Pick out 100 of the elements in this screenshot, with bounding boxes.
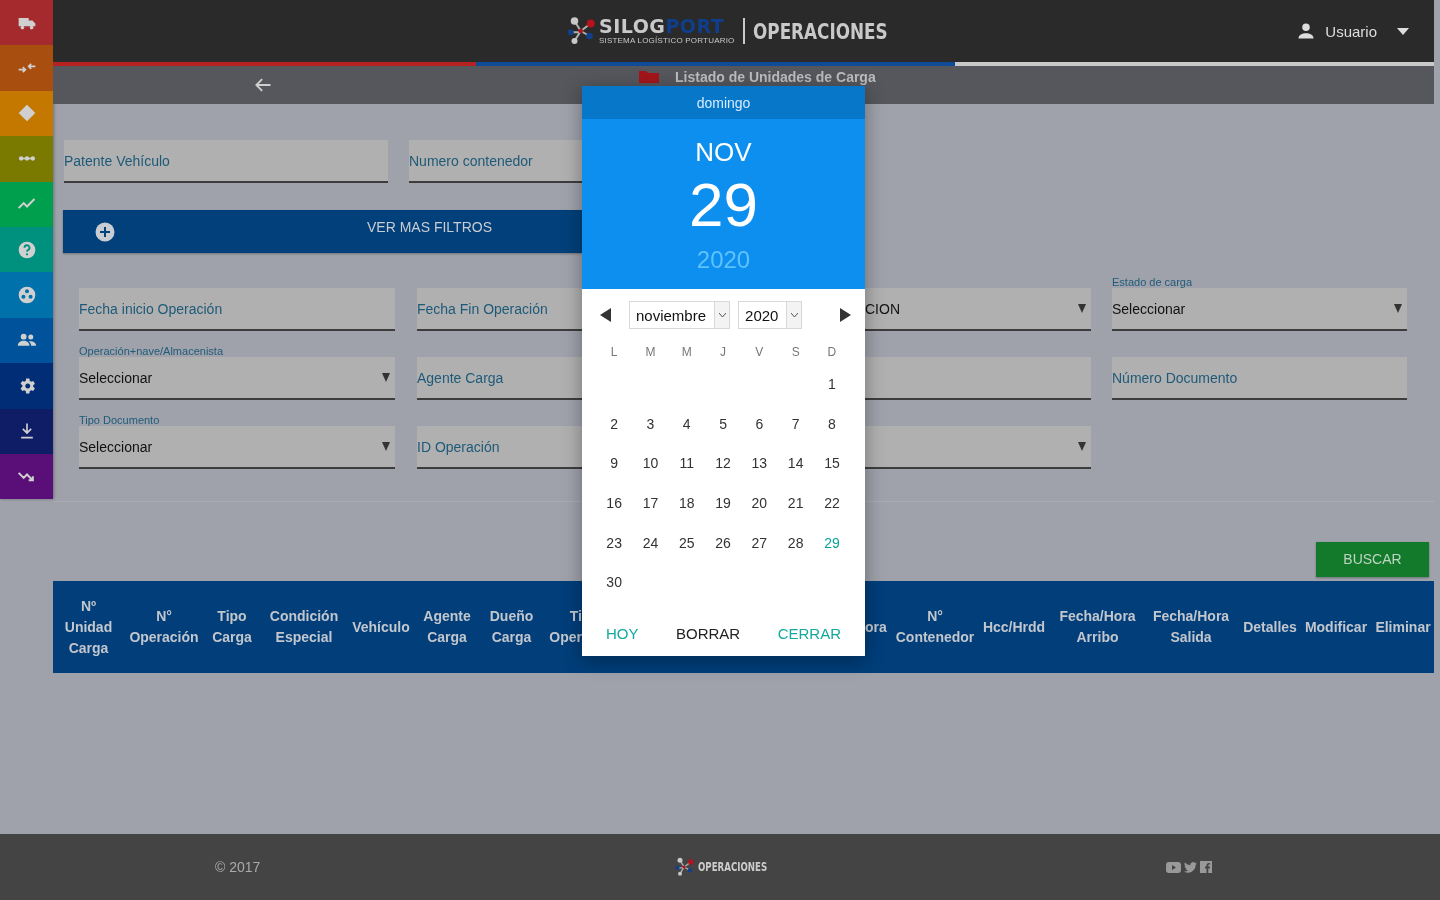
logo-icon: [675, 857, 695, 877]
plus-circle-icon: [95, 221, 115, 242]
search-button[interactable]: BUSCAR: [1316, 542, 1429, 577]
calendar-day[interactable]: 9: [596, 444, 633, 485]
column-header: N° Contenedor: [895, 607, 975, 647]
calendar-day[interactable]: 1: [813, 365, 851, 405]
help-icon: [16, 239, 37, 260]
select-field[interactable]: [865, 426, 1091, 469]
calendar-day[interactable]: 10: [632, 444, 669, 485]
column-header: Agente Carga: [422, 607, 472, 647]
column-header: Tipo Carga: [211, 607, 253, 647]
calendar-day[interactable]: 5: [704, 404, 742, 445]
calendar-day[interactable]: 22: [813, 484, 851, 524]
calendar-day[interactable]: 3: [632, 404, 669, 445]
video-icon[interactable]: [1166, 861, 1182, 873]
calendar-day[interactable]: 25: [668, 523, 705, 564]
folder-icon: [639, 71, 659, 83]
calendar-day[interactable]: 23: [596, 523, 633, 564]
more-filters-button[interactable]: VER MAS FILTROS: [63, 210, 582, 253]
column-header: Condición Especial: [268, 607, 340, 647]
caret-icon: [1397, 27, 1409, 35]
column-header: Modificar: [1303, 617, 1369, 637]
dots-icon: [16, 156, 37, 162]
copyright-text: © 2017: [215, 859, 262, 875]
column-header: Eliminar: [1374, 617, 1432, 637]
input-field[interactable]: Numero contenedor: [409, 140, 582, 183]
weekday-label: S: [790, 344, 801, 361]
calendar-day[interactable]: 13: [741, 444, 778, 485]
dropdown-arrow-icon: [382, 442, 390, 451]
calendar-day[interactable]: 4: [668, 404, 705, 445]
sidebar-button[interactable]: [0, 0, 53, 46]
weekday-label: J: [719, 344, 728, 361]
column-header: Fecha/Hora Salida: [1151, 607, 1231, 647]
user-menu-button[interactable]: Usuario: [1325, 22, 1409, 40]
input-field[interactable]: Agente Carga: [417, 357, 582, 400]
chevron-down-icon: [790, 312, 798, 318]
input-field[interactable]: Patente Vehículo: [64, 140, 388, 183]
weekday-header: domingo: [582, 86, 865, 119]
calendar-day[interactable]: 11: [668, 444, 705, 485]
sidebar-button[interactable]: [0, 363, 53, 409]
bird-icon[interactable]: [1184, 861, 1198, 873]
calendar-day[interactable]: 24: [632, 523, 669, 564]
dropdown-arrow-icon: [1078, 304, 1086, 313]
year-select[interactable]: 2020: [738, 301, 803, 329]
column-header: Dueño Carga: [488, 607, 535, 647]
diamond-sign-icon: [16, 103, 37, 124]
calendar-day[interactable]: 7: [777, 404, 814, 445]
weekday-label: L: [609, 344, 619, 361]
calendar-day[interactable]: 28: [777, 523, 814, 564]
previous-month-icon[interactable]: [600, 308, 611, 322]
column-header: Nº Unidad Carga: [63, 596, 114, 658]
calendar-day[interactable]: 19: [704, 484, 742, 524]
column-header: Vehículo: [351, 617, 411, 637]
field-label: Operación+nave/Almacenista: [79, 345, 224, 357]
sidebar-button[interactable]: [0, 90, 53, 137]
calendar-day[interactable]: 2: [596, 404, 633, 445]
sidebar-button[interactable]: [0, 408, 53, 454]
input-field[interactable]: Fecha inicio Operación: [79, 288, 395, 331]
select-field[interactable]: Seleccionar: [1112, 288, 1407, 331]
input-field[interactable]: Fecha Fin Operación: [417, 288, 582, 331]
calendar-day[interactable]: 6: [741, 404, 778, 445]
input-field[interactable]: ID Operación: [417, 426, 582, 469]
calendar-day[interactable]: 21: [777, 484, 814, 524]
dropdown-arrow-icon: [1394, 304, 1402, 313]
sidebar-button[interactable]: [0, 317, 53, 364]
column-header: Hcc/Hrdd: [981, 617, 1047, 637]
sidebar-button[interactable]: [0, 453, 53, 500]
select-field[interactable]: CION: [865, 288, 1091, 331]
select-field[interactable]: Seleccionar: [79, 357, 395, 400]
weekday-label: M: [680, 344, 693, 361]
calendar-day[interactable]: 16: [596, 484, 633, 524]
calendar-day[interactable]: 18: [668, 484, 705, 524]
column-header: Ti Oper: [548, 607, 582, 647]
facebook-icon[interactable]: [1200, 861, 1213, 873]
select-field[interactable]: Seleccionar: [79, 426, 395, 469]
app-title: OPERACIONES: [752, 18, 888, 44]
calendar-action-button[interactable]: BORRAR: [676, 624, 741, 642]
calendar-day[interactable]: 14: [777, 444, 814, 485]
chevron-down-icon: [718, 312, 726, 318]
weekday-label: M: [644, 344, 657, 361]
field-label: Estado de carga: [1112, 276, 1194, 288]
footer-app-title: OPERACIONES: [698, 860, 768, 874]
logo-icon: [567, 16, 597, 46]
calendar-day[interactable]: 17: [632, 484, 669, 524]
calendar-day[interactable]: 26: [704, 523, 742, 564]
reel-icon: [16, 285, 37, 306]
selected-month: NOV: [695, 137, 752, 168]
column-header: Detalles: [1242, 617, 1298, 637]
calendar-day[interactable]: 15: [813, 444, 851, 485]
calendar-day[interactable]: 8: [813, 404, 851, 445]
dropdown-arrow-icon: [382, 373, 390, 382]
input-field[interactable]: Número Documento: [1112, 357, 1407, 400]
next-month-icon[interactable]: [840, 308, 851, 322]
calendar-day[interactable]: 27: [741, 523, 778, 564]
input-field[interactable]: [865, 357, 1091, 400]
calendar-day[interactable]: 30: [596, 563, 633, 604]
month-select[interactable]: noviembre: [629, 301, 731, 329]
column-header: ora: [865, 617, 888, 637]
calendar-day[interactable]: 12: [704, 444, 742, 485]
calendar-day[interactable]: 20: [741, 484, 778, 524]
